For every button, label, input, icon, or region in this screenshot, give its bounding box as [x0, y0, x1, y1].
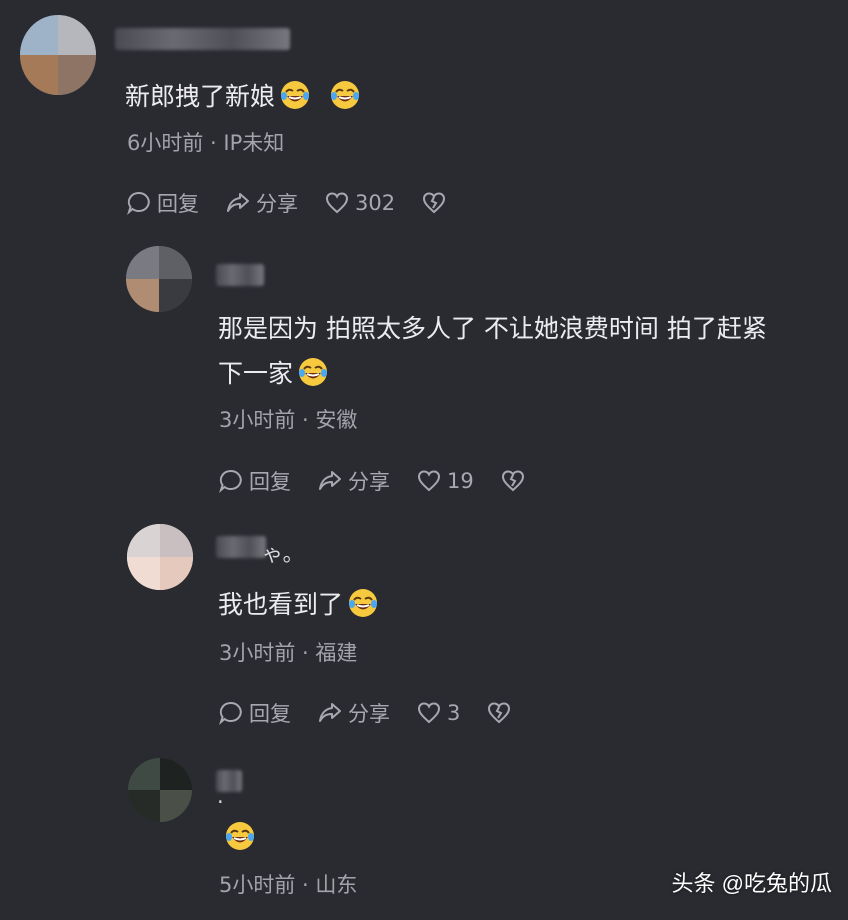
- username[interactable]: [216, 264, 264, 286]
- username[interactable]: [115, 28, 290, 50]
- comment-meta: 3小时前 · 安徽: [219, 408, 358, 432]
- comment-text: 下一家: [218, 351, 329, 396]
- username[interactable]: [216, 536, 266, 558]
- share-button[interactable]: 分享: [225, 188, 298, 218]
- reply-button[interactable]: 回复: [126, 188, 199, 218]
- comment-text-line-1: 那是因为 拍照太多人了 不让她浪费时间 拍了赶紧: [218, 314, 767, 343]
- action-bar: 回复 分享 3: [218, 698, 543, 728]
- like-button[interactable]: 302: [324, 190, 395, 216]
- share-button[interactable]: 分享: [317, 466, 390, 496]
- comment-meta: 3小时前 · 福建: [219, 641, 358, 665]
- reply-button[interactable]: 回复: [218, 698, 291, 728]
- reply-label: 回复: [157, 192, 199, 216]
- share-arrow-icon: [225, 190, 251, 216]
- comment-text: 我也看到了: [218, 582, 379, 627]
- laughing-crying-emoji-icon: [329, 79, 361, 111]
- speech-bubble-icon: [126, 190, 152, 216]
- comment-text: 新郎拽了新娘: [125, 74, 361, 119]
- username-fragment: ゃ。: [262, 542, 304, 566]
- laughing-crying-emoji-icon: [224, 820, 256, 852]
- share-label: 分享: [348, 702, 390, 726]
- dislike-button[interactable]: [421, 190, 452, 216]
- like-count: 302: [355, 191, 396, 215]
- action-bar: 回复 分享 302: [126, 188, 478, 218]
- like-button[interactable]: 3: [416, 700, 460, 726]
- reply-label: 回复: [249, 702, 291, 726]
- comment-text: 那是因为 拍照太多人了 不让她浪费时间 拍了赶紧: [218, 306, 767, 351]
- avatar[interactable]: [20, 15, 96, 95]
- share-arrow-icon: [317, 468, 343, 494]
- speech-bubble-icon: [218, 700, 244, 726]
- heart-icon: [416, 700, 442, 726]
- laughing-crying-emoji-icon: [297, 356, 329, 388]
- comment-meta: 5小时前 · 山东: [219, 873, 358, 897]
- laughing-crying-emoji-icon: [347, 587, 379, 619]
- avatar[interactable]: [127, 524, 193, 590]
- share-button[interactable]: 分享: [317, 698, 390, 728]
- comment-text-content: 新郎拽了新娘: [125, 82, 276, 111]
- reply-label: 回复: [249, 470, 291, 494]
- heart-icon: [416, 468, 442, 494]
- broken-heart-icon: [500, 468, 526, 494]
- laughing-crying-emoji-icon: [279, 79, 311, 111]
- share-arrow-icon: [317, 700, 343, 726]
- like-button[interactable]: 19: [416, 468, 474, 494]
- username-fragment: .: [217, 784, 224, 808]
- watermark: 头条 @吃兔的瓜: [671, 871, 832, 896]
- like-count: 19: [447, 469, 474, 493]
- comment-text-line-2: 下一家: [218, 359, 294, 388]
- action-bar: 回复 分享 19: [218, 466, 557, 496]
- speech-bubble-icon: [218, 468, 244, 494]
- heart-icon: [324, 190, 350, 216]
- avatar[interactable]: [128, 758, 192, 822]
- dislike-button[interactable]: [486, 700, 517, 726]
- like-count: 3: [447, 701, 461, 725]
- share-label: 分享: [348, 470, 390, 494]
- avatar[interactable]: [126, 246, 192, 312]
- broken-heart-icon: [421, 190, 447, 216]
- comment-text: [218, 815, 256, 860]
- comment-meta: 6小时前 · IP未知: [127, 131, 285, 155]
- broken-heart-icon: [486, 700, 512, 726]
- dislike-button[interactable]: [500, 468, 531, 494]
- reply-button[interactable]: 回复: [218, 466, 291, 496]
- share-label: 分享: [256, 192, 298, 216]
- comment-text-content: 我也看到了: [218, 590, 344, 619]
